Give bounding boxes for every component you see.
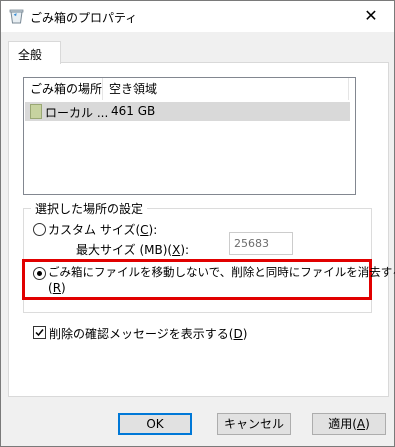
free-space-cell: 461 GB xyxy=(111,104,156,118)
custom-size-radio[interactable] xyxy=(33,223,46,236)
radio-selected-dot xyxy=(37,271,42,276)
settings-group-legend: 選択した場所の設定 xyxy=(31,200,148,217)
tab-label: 全般 xyxy=(18,48,43,62)
no-recycle-mnemonic[interactable]: (R) xyxy=(48,281,66,295)
location-cell: ローカル ... xyxy=(45,106,109,120)
title-bar[interactable]: ごみ箱のプロパティ ✕ xyxy=(1,1,394,32)
close-icon: ✕ xyxy=(364,6,378,25)
max-size-input[interactable]: 25683 xyxy=(229,232,293,255)
cancel-button[interactable]: キャンセル xyxy=(217,413,291,435)
apply-button[interactable]: 適用(A) xyxy=(312,413,386,435)
column-header-location[interactable]: ごみ箱の場所 xyxy=(24,78,103,100)
no-recycle-radio[interactable] xyxy=(33,267,46,280)
list-item[interactable]: ローカル ... 461 GB xyxy=(25,102,350,121)
confirm-delete-label[interactable]: 削除の確認メッセージを表示する(D) xyxy=(49,325,247,342)
column-header-free-space[interactable]: 空き領域 xyxy=(103,78,349,100)
checkmark-icon xyxy=(35,329,44,337)
list-header: ごみ箱の場所 空き領域 xyxy=(24,78,355,100)
max-size-label: 最大サイズ (MB)(X): xyxy=(76,243,190,257)
drive-icon xyxy=(30,104,42,119)
custom-size-label[interactable]: カスタム サイズ(C): xyxy=(48,221,157,238)
recycle-bin-icon xyxy=(9,9,24,24)
tab-general[interactable]: 全般 xyxy=(8,41,61,64)
recycle-bin-locations-list[interactable]: ごみ箱の場所 空き領域 ローカル ... 461 GB xyxy=(23,77,356,195)
max-size-value: 25683 xyxy=(234,237,269,250)
ok-button[interactable]: OK xyxy=(118,413,192,435)
close-button[interactable]: ✕ xyxy=(348,1,394,32)
confirm-delete-checkbox[interactable] xyxy=(33,326,46,339)
no-recycle-label[interactable]: ごみ箱にファイルを移動しないで、削除と同時にファイルを消去する xyxy=(48,264,395,280)
window-title: ごみ箱のプロパティ xyxy=(30,11,138,25)
